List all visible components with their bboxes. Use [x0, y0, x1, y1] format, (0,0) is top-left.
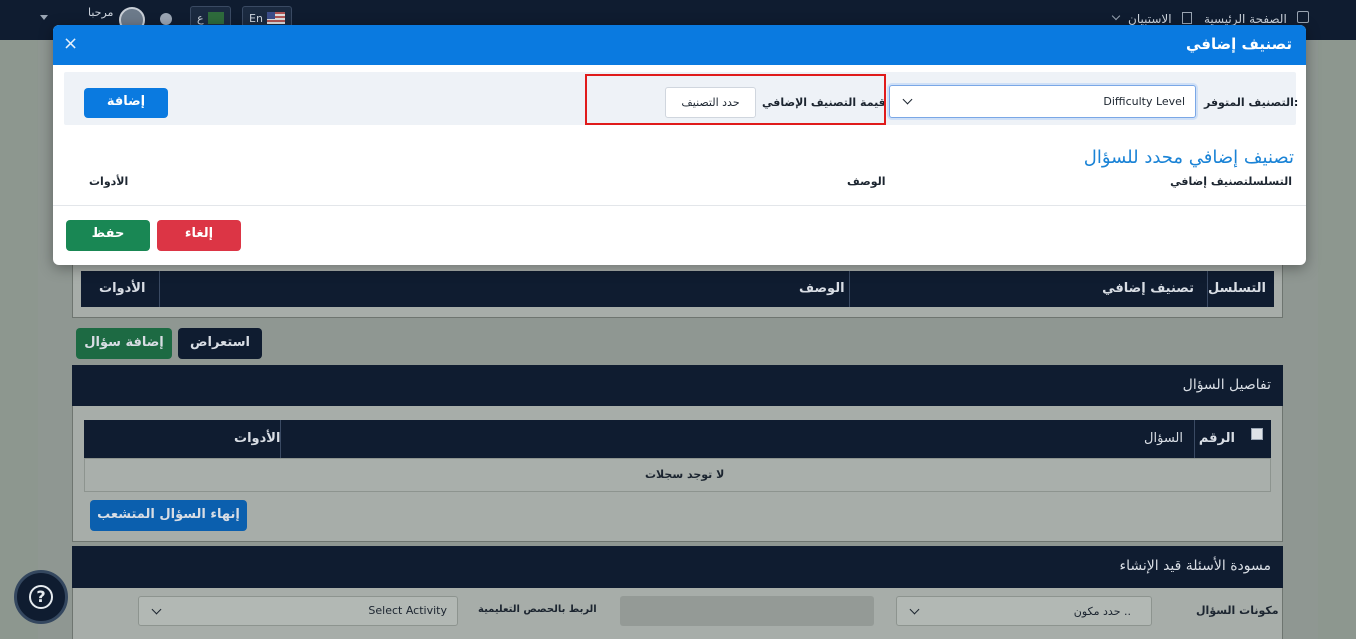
components-label: مكونات السؤال: [1196, 604, 1279, 617]
activity-value: Select Activity: [368, 604, 447, 617]
extra-classification-table-header: التسلسل تصنيف إضافي الوصف الأدوات: [81, 271, 1274, 307]
questions-table-empty-row: لا توجد سجلات: [84, 458, 1271, 492]
chevron-down-icon: [902, 94, 913, 105]
add-button[interactable]: إضافة: [84, 88, 168, 118]
user-menu-chevron-icon[interactable]: [40, 15, 48, 20]
modal-title: تصنيف إضافي: [1185, 35, 1292, 53]
col-serial-extra: التسلسلتصنيف إضافي: [1170, 175, 1292, 188]
add-question-button[interactable]: إضافة سؤال: [76, 328, 172, 359]
drafts-header: مسودة الأسئلة قيد الإنشاء: [72, 546, 1283, 588]
chevron-down-icon: [909, 604, 920, 615]
drafts-title: مسودة الأسئلة قيد الإنشاء: [1119, 558, 1271, 574]
nav-home[interactable]: الصفحة الرئيسية: [1204, 12, 1287, 26]
question-details-header: تفاصيل السؤال: [72, 365, 1283, 407]
col-tools-2: الأدوات: [234, 431, 281, 446]
available-classification-value: Difficulty Level: [1103, 95, 1185, 108]
view-button[interactable]: استعراض: [178, 328, 262, 359]
empty-message: لا توجد سجلات: [645, 468, 725, 481]
available-classification-select[interactable]: Difficulty Level: [889, 85, 1196, 118]
footer-divider: [53, 205, 1306, 206]
components-placeholder: حدد مكون ..: [1073, 605, 1131, 618]
question-details-title: تفاصيل السؤال: [1182, 377, 1271, 393]
home-icon: [1297, 11, 1309, 23]
col-desc: الوصف: [847, 175, 886, 188]
selected-classification-title: تصنيف إضافي محدد للسؤال: [1083, 147, 1294, 168]
cancel-button[interactable]: إلغاء: [157, 220, 241, 251]
close-icon[interactable]: ×: [63, 33, 78, 54]
col-question: السؤال: [1144, 431, 1183, 446]
highlight-box: [585, 74, 886, 125]
disabled-field: [620, 596, 874, 626]
questions-table-header: الرقم السؤال الأدوات: [84, 420, 1271, 458]
col-number: الرقم: [1198, 431, 1235, 446]
chevron-down-icon: [1111, 11, 1121, 21]
sa-flag-icon: [207, 12, 224, 24]
col-tools: الأدوات: [89, 175, 129, 188]
help-button[interactable]: ?: [14, 570, 68, 624]
extra-classification-modal: تصنيف إضافي × إضافة التصنيف المتوفر: Dif…: [53, 25, 1306, 265]
modal-header: تصنيف إضافي ×: [53, 25, 1306, 65]
activity-select[interactable]: Select Activity: [138, 596, 458, 626]
us-flag-icon: [266, 12, 285, 24]
lang-ar-label: ع: [197, 12, 204, 25]
components-select[interactable]: حدد مكون ..: [896, 596, 1152, 626]
col-desc: الوصف: [799, 281, 845, 296]
bell-icon[interactable]: [160, 13, 172, 25]
col-extra: تصنيف إضافي: [1102, 281, 1194, 296]
col-tools: الأدوات: [99, 281, 146, 296]
link-label: الربط بالحصص التعليمية: [478, 604, 597, 615]
col-serial: التسلسل: [1207, 281, 1266, 296]
survey-icon: [1182, 12, 1192, 24]
help-icon: ?: [29, 585, 53, 609]
end-branch-button[interactable]: إنهاء السؤال المتشعب: [90, 500, 247, 531]
chevron-down-icon: [151, 604, 162, 615]
available-classification-label: التصنيف المتوفر:: [1204, 96, 1299, 109]
save-button[interactable]: حفظ: [66, 220, 150, 251]
lang-en-label: En: [249, 12, 263, 25]
checkbox-icon[interactable]: [1251, 428, 1263, 440]
nav-survey[interactable]: الاستبيان: [1128, 12, 1172, 26]
greeting-text: مرحبا: [88, 6, 114, 19]
